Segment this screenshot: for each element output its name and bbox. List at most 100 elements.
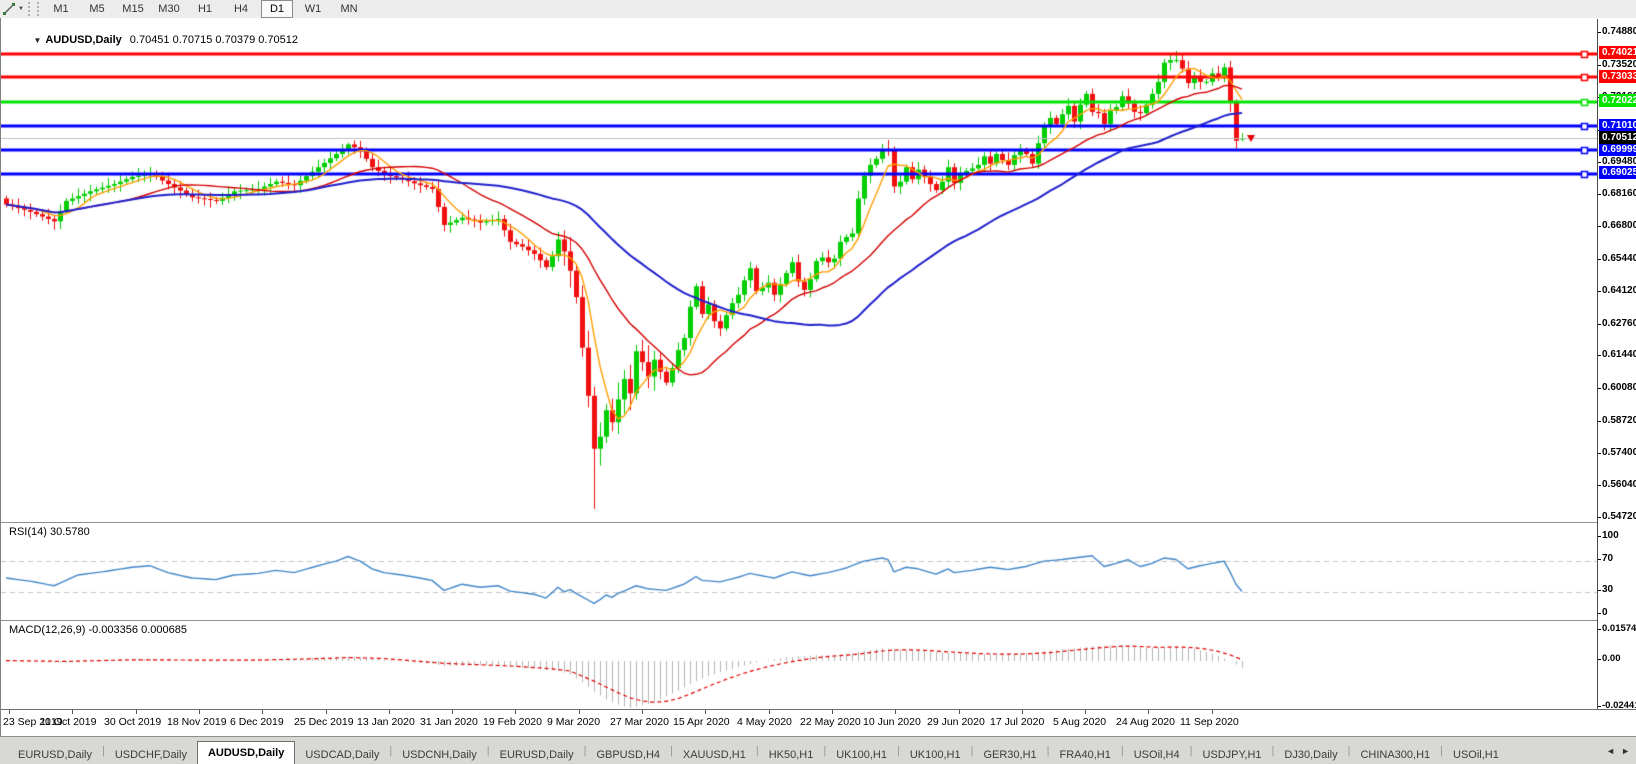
time-axis-tick	[832, 710, 833, 714]
chart-tab-china300-h1[interactable]: CHINA300,H1	[1350, 746, 1440, 764]
time-axis-label: 25 Dec 2019	[294, 716, 354, 728]
chart-tab-uk100-h1[interactable]: UK100,H1	[826, 746, 897, 764]
chart-tab-eurusd-daily[interactable]: EURUSD,Daily	[8, 746, 102, 764]
timeframe-button-m1[interactable]: M1	[45, 0, 77, 18]
chart-tab-dj30-daily[interactable]: DJ30,Daily	[1274, 746, 1347, 764]
chart-tab-gbpusd-h4[interactable]: GBPUSD,H4	[586, 746, 670, 764]
time-axis-tick	[769, 710, 770, 714]
chart-window: ▼ AUDUSD,Daily 0.70451 0.70715 0.70379 0.7…	[0, 18, 1636, 737]
chart-tab-eurusd-daily[interactable]: EURUSD,Daily	[490, 746, 584, 764]
rsi-axis-tick: 0	[1598, 607, 1636, 619]
time-axis-label: 11 Oct 2019	[40, 716, 97, 728]
line-studies-dropdown-icon[interactable]: ▼	[18, 6, 24, 12]
time-axis-label: 27 Mar 2020	[610, 716, 669, 728]
chart-tab-usdcnh-daily[interactable]: USDCNH,Daily	[392, 746, 487, 764]
rsi-label: RSI(14) 30.5780	[9, 526, 90, 538]
chart-tab-xauusd-h1[interactable]: XAUUSD,H1	[673, 746, 756, 764]
time-axis-tick	[389, 710, 390, 714]
time-axis-label: 31 Jan 2020	[420, 716, 478, 728]
tick-mark	[1598, 485, 1601, 487]
tick-mark	[1598, 259, 1601, 261]
timeframe-button-mn[interactable]: MN	[333, 0, 365, 18]
rsi-axis-tick: 70	[1598, 553, 1636, 565]
timeframe-button-m30[interactable]: M30	[153, 0, 185, 18]
tick-mark	[1598, 705, 1601, 707]
price-axis-tick: 0.64120	[1598, 285, 1636, 297]
timeframe-button-m15[interactable]: M15	[117, 0, 149, 18]
tick-mark	[1598, 452, 1601, 454]
tick-mark	[1598, 226, 1601, 228]
time-axis-tick	[262, 710, 263, 714]
time-axis-tick	[452, 710, 453, 714]
timeframe-button-d1[interactable]: D1	[261, 0, 293, 18]
tick-mark	[1598, 290, 1601, 292]
time-axis-tick	[705, 710, 706, 714]
time-axis-tick	[199, 710, 200, 714]
tick-mark	[1598, 517, 1601, 518]
timeframe-button-h1[interactable]: H1	[189, 0, 221, 18]
price-axis-tick: 0.62760	[1598, 318, 1636, 330]
tab-scroll-left-button[interactable]: ◄	[1606, 746, 1615, 756]
time-axis-label: 11 Sep 2020	[1180, 716, 1239, 728]
time-axis-label: 18 Nov 2019	[167, 716, 227, 728]
price-axis-tick: 0.56040	[1598, 479, 1636, 491]
tab-scroll-controls: ◄ ►	[1606, 746, 1630, 756]
macd-axis-tick: 0.015741	[1598, 623, 1636, 635]
main-chart-canvas[interactable]	[1, 20, 1597, 522]
chart-tab-usdcad-daily[interactable]: USDCAD,Daily	[295, 746, 389, 764]
timeframe-button-h4[interactable]: H4	[225, 0, 257, 18]
tick-mark	[1598, 193, 1601, 195]
level-price-tag: 0.69025	[1599, 166, 1636, 180]
time-axis-tick	[642, 710, 643, 714]
tick-mark	[1598, 388, 1601, 390]
chart-title: ▼ AUDUSD,Daily 0.70451 0.70715 0.70379 0.7…	[9, 22, 298, 58]
line-studies-glyph	[3, 3, 16, 15]
time-axis-label: 29 Jun 2020	[927, 716, 985, 728]
macd-axis-tick: -0.02441	[1598, 700, 1636, 712]
time-axis-label: 19 Feb 2020	[483, 716, 542, 728]
tick-mark	[1598, 628, 1601, 630]
line-studies-icon[interactable]: ▼	[0, 1, 26, 17]
timeframe-button-w1[interactable]: W1	[297, 0, 329, 18]
price-axis-tick: 0.58720	[1598, 415, 1636, 427]
price-axis[interactable]: 0.748800.735200.721600.708000.694800.681…	[1597, 19, 1636, 712]
time-axis-tick	[895, 710, 896, 714]
chart-tab-usdchf-daily[interactable]: USDCHF,Daily	[105, 746, 197, 764]
chart-tab-usoil-h4[interactable]: USOil,H4	[1124, 746, 1190, 764]
time-axis-label: 5 Aug 2020	[1053, 716, 1107, 728]
time-axis-label: 10 Jun 2020	[863, 716, 921, 728]
chart-tab-usdjpy-h1[interactable]: USDJPY,H1	[1192, 746, 1271, 764]
tab-scroll-right-button[interactable]: ►	[1621, 746, 1630, 756]
chart-tab-hk50-h1[interactable]: HK50,H1	[759, 746, 824, 764]
main-chart-panel: ▼ AUDUSD,Daily 0.70451 0.70715 0.70379 0.7…	[1, 19, 1597, 522]
timeframe-button-m5[interactable]: M5	[81, 0, 113, 18]
time-axis-tick	[579, 710, 580, 714]
time-axis[interactable]: 23 Sep 2019 11 Oct 2019 30 Oct 2019 18 Nov …	[1, 709, 1636, 737]
time-axis-tick	[1022, 710, 1023, 714]
time-axis-tick	[136, 710, 137, 714]
chart-tab-usoil-h1[interactable]: USOil,H1	[1443, 746, 1509, 764]
rsi-canvas[interactable]	[1, 524, 1597, 621]
time-axis-label: 30 Oct 2019	[104, 716, 162, 728]
time-axis-tick	[72, 710, 73, 714]
tick-mark	[1598, 323, 1601, 325]
macd-canvas[interactable]	[1, 622, 1597, 710]
chart-tab-uk100-h1[interactable]: UK100,H1	[900, 746, 971, 764]
chart-tab-audusd-daily[interactable]: AUDUSD,Daily	[196, 741, 296, 764]
time-axis-label: 22 May 2020	[800, 716, 861, 728]
chart-tab-ger30-h1[interactable]: GER30,H1	[973, 746, 1046, 764]
dropdown-icon[interactable]: ▼	[33, 36, 41, 45]
toolbar-grip[interactable]	[28, 2, 39, 16]
tick-mark	[1598, 420, 1601, 422]
time-axis-tick	[9, 710, 10, 714]
time-axis-tick	[1148, 710, 1149, 714]
macd-axis-tick: 0.00	[1598, 653, 1636, 665]
price-axis-tick: 0.60080	[1598, 382, 1636, 394]
rsi-axis-tick: 100	[1598, 530, 1636, 542]
macd-indicator-panel: MACD(12,26,9) -0.003356 0.000685	[1, 620, 1597, 710]
level-price-tag: 0.72022	[1599, 94, 1636, 108]
chart-tab-fra40-h1[interactable]: FRA40,H1	[1050, 746, 1121, 764]
time-axis-label: 24 Aug 2020	[1116, 716, 1175, 728]
tick-mark	[1598, 32, 1601, 33]
time-axis-tick	[1212, 710, 1213, 714]
